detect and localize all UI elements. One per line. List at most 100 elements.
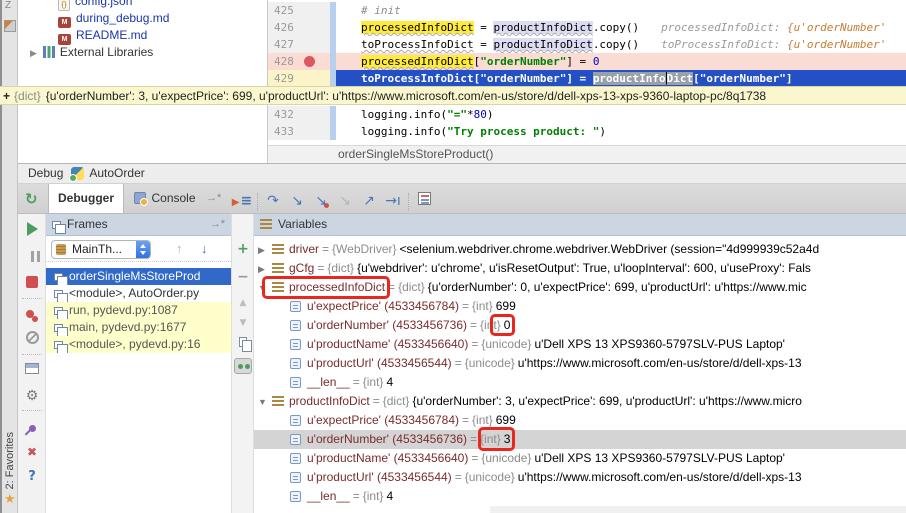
tooltip-expand-icon[interactable]: + bbox=[3, 89, 10, 103]
variable-row-len[interactable]: __len__ = {int} 4 bbox=[254, 373, 906, 392]
frame-row-library[interactable]: main, pydevd.py:1677 bbox=[46, 319, 231, 336]
step-into-my-code-icon[interactable]: ↘ bbox=[309, 189, 333, 213]
variable-row-expectprice[interactable]: u'expectPrice' (4533456784) = {int} 699 bbox=[254, 297, 906, 316]
tree-item-during-debug-md[interactable]: Mduring_debug.md bbox=[18, 10, 267, 28]
show-watches-icon[interactable] bbox=[232, 358, 254, 376]
frame-row[interactable]: <module>, AutoOrder.py bbox=[46, 285, 231, 302]
library-icon bbox=[42, 46, 55, 58]
horizontal-scrollbar-track[interactable] bbox=[490, 506, 906, 513]
tree-item-external-libraries[interactable]: ▶ External Libraries bbox=[18, 44, 267, 61]
field-icon bbox=[290, 339, 301, 350]
frames-icon bbox=[52, 221, 66, 234]
duplicate-watch-icon[interactable] bbox=[232, 334, 254, 352]
debug-title-bar: Debug AutoOrder bbox=[18, 164, 906, 184]
tab-console[interactable]: Console bbox=[126, 184, 204, 214]
field-icon bbox=[290, 472, 301, 483]
editor-breadcrumb[interactable]: orderSingleMsStoreProduct() bbox=[268, 145, 906, 163]
thread-dropdown[interactable]: MainTh... bbox=[51, 240, 151, 259]
tab-debugger[interactable]: Debugger bbox=[48, 184, 124, 214]
gutter-426[interactable]: 426 bbox=[268, 19, 330, 36]
frame-up-icon[interactable]: ↑ bbox=[176, 241, 183, 256]
tree-item-config-json[interactable]: {} config.json bbox=[18, 0, 267, 11]
step-into-icon[interactable]: ↘ bbox=[285, 189, 309, 213]
resume-program-icon[interactable] bbox=[18, 222, 46, 242]
breakpoint-icon[interactable] bbox=[304, 56, 315, 67]
step-out-icon[interactable]: ↗ bbox=[357, 189, 381, 213]
variable-row-ordernumber[interactable]: u'orderNumber' (4533456736) = {int} 0 bbox=[254, 316, 906, 335]
gutter-432[interactable]: 432 bbox=[268, 106, 330, 123]
frames-header: Frames →* bbox=[46, 214, 231, 236]
step-over-icon[interactable]: ↷ bbox=[261, 189, 285, 213]
variable-row-producturl[interactable]: u'productUrl' (4533456544) = {unicode} u'ht… bbox=[254, 354, 906, 373]
top-section: {} config.json Mduring_debug.md M README.m… bbox=[18, 0, 906, 163]
code-line-428-breakpoint[interactable]: 428 processedInfoDict["orderNumber"] = 0 bbox=[268, 53, 906, 70]
code-editor[interactable]: 425 # init 426 processedInfoDict = produ… bbox=[268, 0, 906, 163]
add-watch-icon[interactable]: + bbox=[232, 240, 254, 258]
expand-arrow-icon[interactable]: ▼ bbox=[258, 393, 272, 411]
debug-left-toolbar: ⚙ ✖ ? bbox=[18, 214, 46, 513]
tree-item-readme-md[interactable]: M README.md bbox=[18, 27, 267, 45]
tool-window-stub-icon[interactable] bbox=[4, 20, 16, 32]
run-to-cursor-icon[interactable]: →ı bbox=[381, 189, 405, 213]
view-breakpoints-icon[interactable] bbox=[18, 304, 46, 324]
thread-icon bbox=[56, 244, 66, 255]
gutter-425[interactable]: 425 bbox=[268, 2, 330, 19]
code-line-427[interactable]: 427 toProcessInfoDict = productInfoDict.… bbox=[268, 36, 906, 53]
toolbar-separator bbox=[408, 192, 409, 211]
mute-breakpoints-icon[interactable] bbox=[18, 330, 46, 350]
code-line-425[interactable]: 425 # init bbox=[268, 2, 906, 19]
stop-icon[interactable] bbox=[18, 274, 46, 294]
evaluate-expression-icon[interactable] bbox=[412, 187, 436, 211]
frame-row-library[interactable]: run, pydevd.py:1087 bbox=[46, 302, 231, 319]
favorites-tool-button[interactable]: 2: Favorites ★ bbox=[2, 413, 19, 509]
annotation-box-ordernumber-3 bbox=[478, 427, 515, 451]
tab-pin-icon[interactable]: →* bbox=[206, 192, 221, 204]
frame-icon bbox=[54, 273, 68, 285]
toolbar-separator bbox=[22, 298, 42, 299]
console-icon bbox=[134, 192, 149, 206]
rerun-icon[interactable]: ↻ bbox=[25, 190, 38, 208]
expand-arrow-icon[interactable]: ▶ bbox=[258, 241, 272, 259]
field-icon bbox=[290, 377, 301, 388]
variable-row-productname[interactable]: u'productName' (4533456640) = {unicode} u'D… bbox=[254, 449, 906, 468]
code-line-432[interactable]: 432 logging.info("="*80) bbox=[268, 106, 906, 123]
pause-program-icon[interactable] bbox=[18, 248, 46, 268]
frame-row-library[interactable]: <module>, pydevd.py:16 bbox=[46, 336, 231, 353]
remove-watch-icon[interactable]: − bbox=[232, 268, 254, 286]
help-icon[interactable]: ? bbox=[18, 466, 46, 486]
frame-down-icon[interactable]: ↓ bbox=[201, 241, 208, 256]
debug-body: ⚙ ✖ ? Frames →* MainTh... ↑ ↓ orderSingl… bbox=[18, 214, 906, 513]
frame-row-current[interactable]: orderSingleMsStoreProd bbox=[46, 268, 231, 285]
gutter-428[interactable]: 428 bbox=[268, 53, 330, 70]
force-step-into-icon[interactable]: ↘ bbox=[333, 189, 357, 213]
annotation-box-ordernumber-0 bbox=[490, 314, 515, 336]
gutter-433[interactable]: 433 bbox=[268, 123, 330, 140]
frame-icon bbox=[54, 307, 68, 319]
code-line-433[interactable]: 433 logging.info("Try process product: "… bbox=[268, 123, 906, 140]
variable-row-productinfodict[interactable]: ▼ productInfoDict = {dict} {u'orderNumber': … bbox=[254, 392, 906, 411]
frames-pin-icon[interactable]: →* bbox=[210, 214, 225, 235]
variable-row-len[interactable]: __len__ = {int} 4 bbox=[254, 487, 906, 506]
variable-row-driver[interactable]: ▶ driver = {WebDriver} <selenium.webdriver.c… bbox=[254, 240, 906, 259]
show-execution-point-icon[interactable]: ▶≡ bbox=[230, 189, 254, 213]
variable-row-ordernumber-selected[interactable]: u'orderNumber' (4533456736) = {int} 3 bbox=[254, 430, 906, 449]
variable-row-expectprice[interactable]: u'expectPrice' (4533456784) = {int} 699 bbox=[254, 411, 906, 430]
code-line-426[interactable]: 426 processedInfoDict = productInfoDict.… bbox=[268, 19, 906, 36]
python-run-config-icon bbox=[69, 167, 85, 182]
close-icon[interactable]: ✖ bbox=[18, 442, 46, 462]
settings-gear-icon[interactable]: ⚙ bbox=[18, 386, 46, 406]
move-watch-down-icon[interactable]: ▼ bbox=[232, 314, 254, 332]
gutter-429[interactable]: 429 bbox=[268, 70, 330, 87]
move-watch-up-icon[interactable]: ▲ bbox=[232, 294, 254, 312]
dict-icon bbox=[272, 263, 284, 273]
expand-arrow-icon[interactable]: ▶ bbox=[30, 48, 37, 58]
restore-layout-icon[interactable] bbox=[18, 360, 46, 380]
variable-row-productname[interactable]: u'productName' (4533456640) = {unicode} u'D… bbox=[254, 335, 906, 354]
gutter-427[interactable]: 427 bbox=[268, 36, 330, 53]
variable-row-producturl[interactable]: u'productUrl' (4533456544) = {unicode} u'ht… bbox=[254, 468, 906, 487]
dropdown-stepper-icon[interactable] bbox=[136, 241, 150, 258]
left-tool-window-bar: Z 2: Favorites ★ bbox=[0, 0, 18, 513]
pin-tab-icon[interactable] bbox=[18, 418, 46, 438]
code-line-429-execution-point[interactable]: 429 toProcessInfoDict["orderNumber"] = p… bbox=[268, 70, 906, 87]
favorites-star-icon: ★ bbox=[4, 491, 16, 506]
